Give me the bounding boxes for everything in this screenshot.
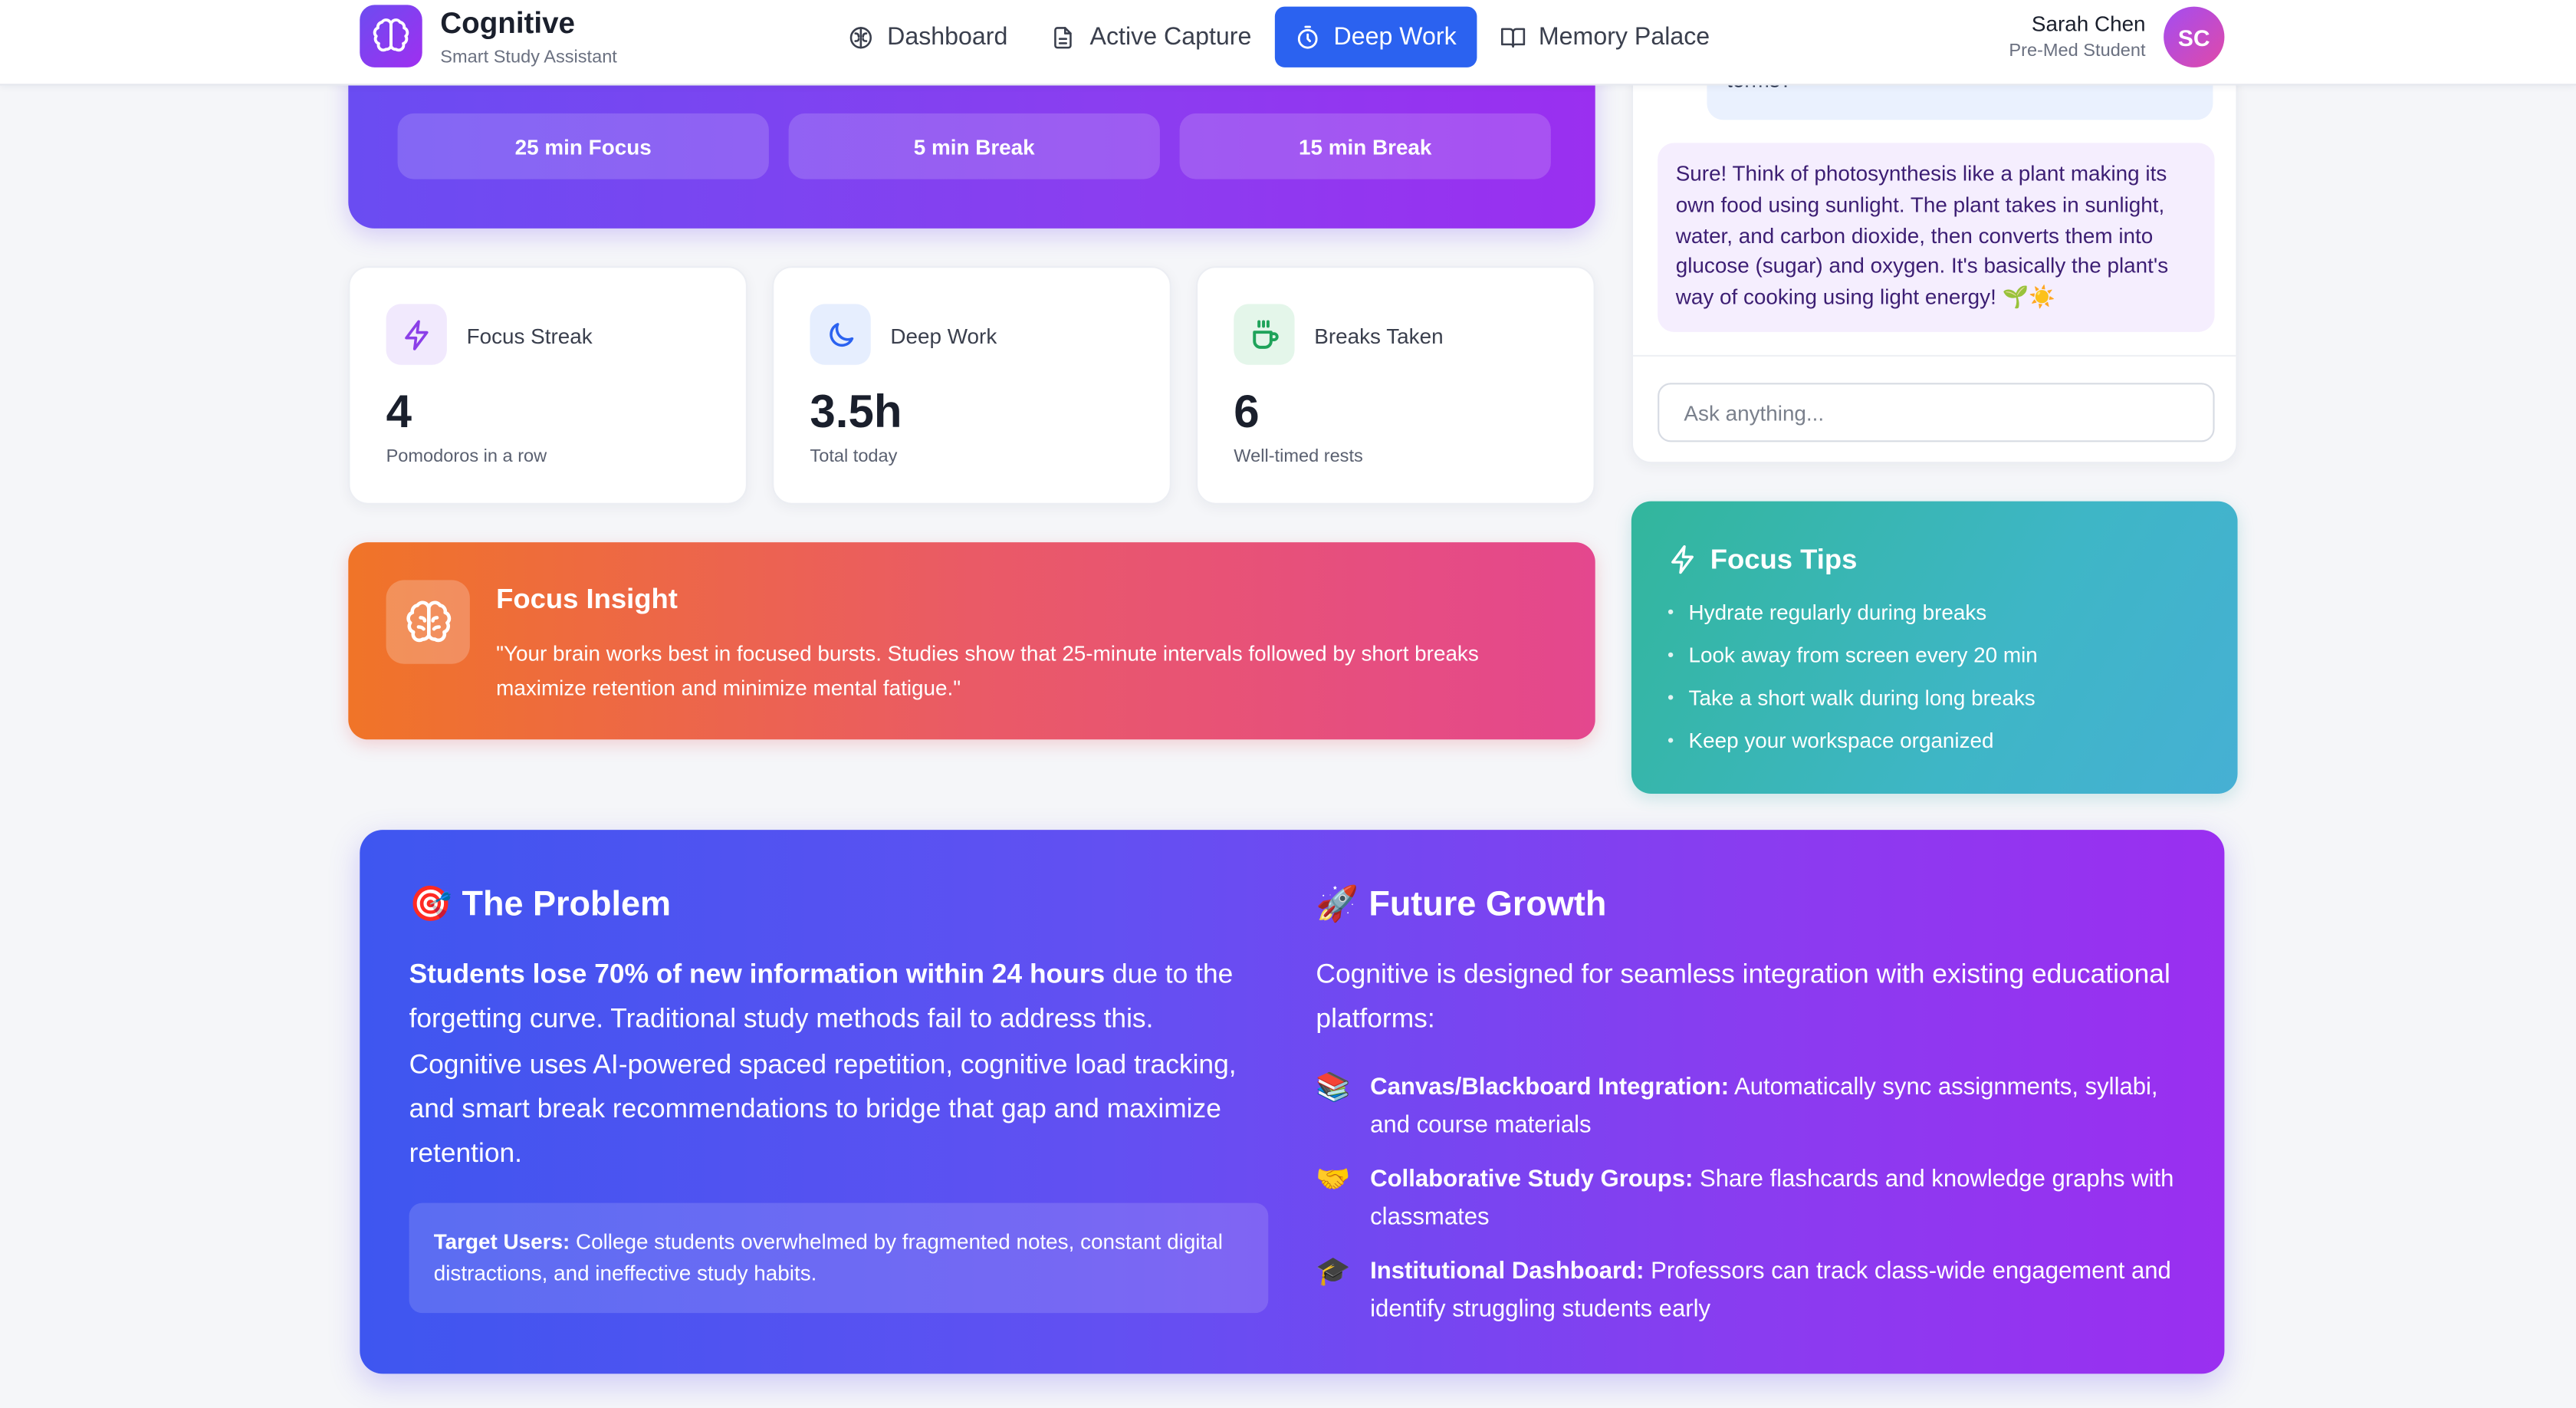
stat-sub: Pomodoros in a row xyxy=(386,446,547,467)
insight-title: Focus Insight xyxy=(496,583,678,615)
main-nav: Dashboard Active Capture Deep Work Memor… xyxy=(828,6,1733,67)
info-banner: 🎯 The Problem Students lose 70% of new i… xyxy=(360,830,2225,1374)
stat-value: 6 xyxy=(1234,386,1260,437)
tips-list: • Hydrate regularly during breaks • Look a… xyxy=(1668,597,2038,768)
stat-sub: Well-timed rests xyxy=(1234,446,1363,467)
timer-icon xyxy=(1297,25,1318,48)
problem-title: 🎯 The Problem xyxy=(409,886,671,925)
top-header: Cognitive Smart Study Assistant Dashboar… xyxy=(0,0,2576,86)
stat-card-breaks-taken: Breaks Taken 6 Well-timed rests xyxy=(1196,266,1595,505)
books-icon: 📚 xyxy=(1316,1071,1351,1103)
book-icon xyxy=(1500,27,1525,47)
brain-icon xyxy=(849,26,872,48)
list-item: • Hydrate regularly during breaks xyxy=(1668,600,1987,625)
list-item: • Keep your workspace organized xyxy=(1668,728,1994,753)
list-item: 📚 Canvas/Blackboard Integration: Automati… xyxy=(1316,1070,2187,1143)
document-icon xyxy=(1054,26,1073,48)
brand-subtitle: Smart Study Assistant xyxy=(440,48,617,67)
stat-label: Deep Work xyxy=(890,324,997,349)
avatar[interactable]: SC xyxy=(2164,6,2225,67)
list-item: 🎓 Institutional Dashboard: Professors can… xyxy=(1316,1254,2187,1327)
stat-card-focus-streak: Focus Streak 4 Pomodoros in a row xyxy=(348,266,748,505)
brand-name: Cognitive xyxy=(440,6,576,40)
nav-dashboard[interactable]: Dashboard xyxy=(828,7,1027,67)
brain-icon xyxy=(386,580,470,664)
target-icon: 🎯 xyxy=(409,886,452,924)
lightning-icon xyxy=(386,304,447,365)
preset-5-break-button[interactable]: 5 min Break xyxy=(788,113,1160,179)
rocket-icon: 🚀 xyxy=(1316,886,1359,924)
moon-icon xyxy=(810,304,871,365)
timer-presets: 25 min Focus 5 min Break 15 min Break xyxy=(397,113,1551,179)
list-item: 🤝 Collaborative Study Groups: Share flash… xyxy=(1316,1162,2187,1235)
focus-insight-card: Focus Insight "Your brain works best in … xyxy=(348,542,1595,740)
growth-list: 📚 Canvas/Blackboard Integration: Automati… xyxy=(1316,1070,2187,1346)
user-role: Pre-Med Student xyxy=(2009,41,2146,61)
focus-tips-card: Focus Tips • Hydrate regularly during bre… xyxy=(1631,501,2238,794)
divider xyxy=(1633,354,2236,357)
chat-input[interactable] xyxy=(1658,383,2215,442)
graduation-cap-icon: 🎓 xyxy=(1316,1255,1351,1287)
coffee-icon xyxy=(1234,304,1295,365)
lightning-icon xyxy=(1671,544,1694,574)
target-users-box: Target Users: College students overwhelm… xyxy=(409,1202,1269,1314)
stat-card-deep-work: Deep Work 3.5h Total today xyxy=(772,266,1171,505)
preset-15-break-button[interactable]: 15 min Break xyxy=(1179,113,1551,179)
stat-value: 4 xyxy=(386,386,412,437)
stat-label: Focus Streak xyxy=(466,324,593,349)
insight-text: "Your brain works best in focused bursts… xyxy=(496,640,1479,700)
logo-brain-icon[interactable] xyxy=(360,5,422,67)
tips-title: Focus Tips xyxy=(1710,544,1858,575)
problem-text: Students lose 70% of new information wit… xyxy=(409,959,1237,1169)
nav-memory-palace[interactable]: Memory Palace xyxy=(1480,7,1730,67)
handshake-icon: 🤝 xyxy=(1316,1163,1351,1195)
stat-value: 3.5h xyxy=(810,386,902,437)
list-item: • Look away from screen every 20 min xyxy=(1668,642,2038,667)
ai-message: Sure! Think of photosynthesis like a pla… xyxy=(1658,143,2215,332)
growth-title: 🚀 Future Growth xyxy=(1316,886,1606,925)
nav-active-capture[interactable]: Active Capture xyxy=(1030,7,1271,67)
stat-sub: Total today xyxy=(810,446,898,467)
stat-label: Breaks Taken xyxy=(1314,324,1444,349)
nav-deep-work[interactable]: Deep Work xyxy=(1274,6,1477,67)
growth-intro: Cognitive is designed for seamless integ… xyxy=(1316,959,2170,1035)
preset-25-focus-button[interactable]: 25 min Focus xyxy=(397,113,769,179)
user-name: Sarah Chen xyxy=(2031,12,2146,37)
list-item: • Take a short walk during long breaks xyxy=(1668,685,2036,710)
